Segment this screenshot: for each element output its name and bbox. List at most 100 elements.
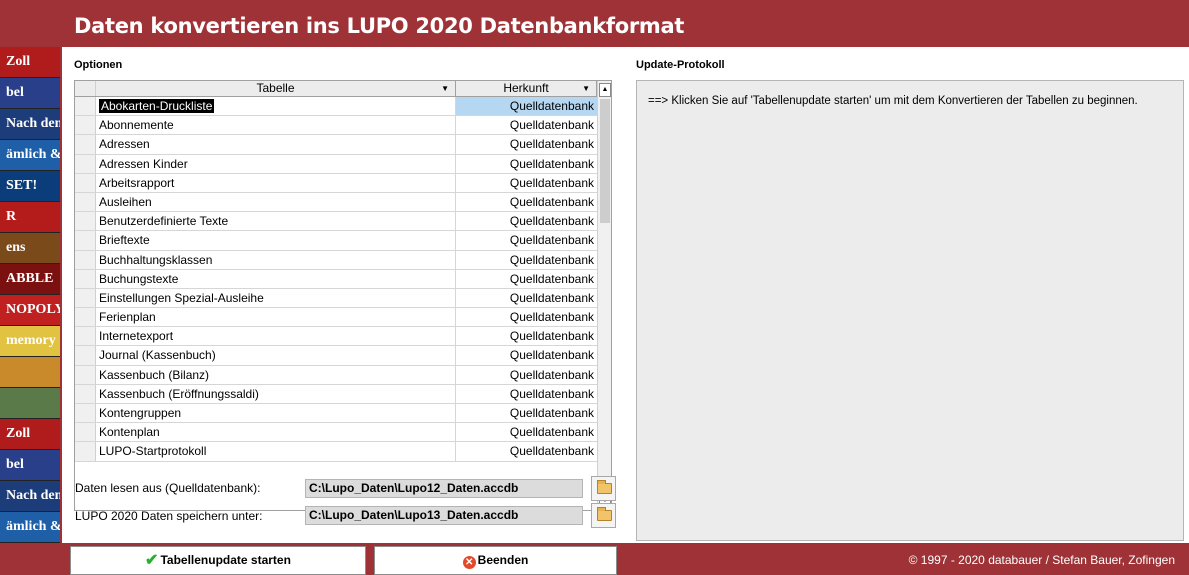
cell-tabelle[interactable]: Kontenplan: [96, 423, 456, 442]
table-row[interactable]: Buchungstexte Quelldatenbank: [75, 269, 611, 289]
cell-tabelle[interactable]: Abokarten-Druckliste: [96, 97, 456, 116]
table-row[interactable]: Ausleihen Quelldatenbank: [75, 192, 611, 213]
window-title: Daten konvertieren ins LUPO 2020 Datenba…: [74, 14, 685, 38]
row-selector[interactable]: [75, 212, 96, 231]
source-label: Daten lesen aus (Quelldatenbank):: [75, 481, 261, 495]
cell-tabelle[interactable]: Arbeitsrapport: [96, 173, 456, 192]
row-selector[interactable]: [75, 250, 96, 269]
table-row[interactable]: Adressen Kinder Quelldatenbank: [75, 154, 611, 174]
chevron-down-icon[interactable]: ▼: [582, 82, 590, 96]
cell-herkunft[interactable]: Quelldatenbank: [456, 327, 597, 345]
cell-herkunft[interactable]: Quelldatenbank: [456, 346, 597, 364]
close-label: Beenden: [477, 553, 529, 567]
cell-herkunft[interactable]: Quelldatenbank: [456, 174, 597, 192]
table-row[interactable]: Adressen Quelldatenbank: [75, 135, 611, 155]
start-update-button[interactable]: ✔ Tabellenupdate starten: [70, 546, 366, 575]
target-path-field[interactable]: C:\Lupo_Daten\Lupo13_Daten.accdb: [305, 506, 583, 525]
row-selector[interactable]: [75, 97, 96, 116]
table-row[interactable]: Kassenbuch (Eröffnungssaldi) Quelldatenba…: [75, 384, 611, 404]
cell-tabelle[interactable]: Abonnemente: [96, 116, 456, 135]
cell-herkunft[interactable]: Quelldatenbank: [456, 97, 597, 116]
source-path-field[interactable]: C:\Lupo_Daten\Lupo12_Daten.accdb: [305, 479, 583, 498]
cell-tabelle[interactable]: Internetexport: [96, 327, 456, 346]
row-selector[interactable]: [75, 384, 96, 403]
table-row[interactable]: LUPO-Startprotokoll Quelldatenbank: [75, 442, 611, 462]
row-selector[interactable]: [75, 327, 96, 346]
table-grid[interactable]: Tabelle ▼ Herkunft ▼ Abokarten-Drucklist…: [74, 80, 612, 511]
decorative-game-box-strip: ZollbelNach dem Regenämlich & Co.SET!Ren…: [0, 47, 60, 543]
cell-tabelle[interactable]: Buchungstexte: [96, 269, 456, 288]
row-selector[interactable]: [75, 365, 96, 384]
cell-herkunft[interactable]: Quelldatenbank: [456, 308, 597, 326]
table-row[interactable]: Ferienplan Quelldatenbank: [75, 308, 611, 328]
cell-herkunft[interactable]: Quelldatenbank: [456, 404, 597, 422]
select-all-corner[interactable]: [75, 81, 96, 96]
column-header-tabelle[interactable]: Tabelle ▼: [96, 81, 456, 96]
table-row[interactable]: Kassenbuch (Bilanz) Quelldatenbank: [75, 365, 611, 385]
row-selector[interactable]: [75, 135, 96, 154]
cell-herkunft[interactable]: Quelldatenbank: [456, 135, 597, 153]
cell-herkunft[interactable]: Quelldatenbank: [456, 193, 597, 211]
cell-tabelle[interactable]: Kassenbuch (Bilanz): [96, 365, 456, 384]
cell-tabelle[interactable]: Benutzerdefinierte Texte: [96, 212, 456, 231]
table-row[interactable]: Abokarten-Druckliste Quelldatenbank: [75, 97, 611, 117]
row-selector[interactable]: [75, 116, 96, 135]
cell-herkunft[interactable]: Quelldatenbank: [456, 423, 597, 441]
cell-tabelle[interactable]: Adressen: [96, 135, 456, 154]
table-row[interactable]: Internetexport Quelldatenbank: [75, 327, 611, 347]
table-row[interactable]: Arbeitsrapport Quelldatenbank: [75, 173, 611, 193]
browse-target-button[interactable]: [591, 503, 616, 528]
cell-tabelle[interactable]: Buchhaltungsklassen: [96, 250, 456, 269]
table-row[interactable]: Abonnemente Quelldatenbank: [75, 116, 611, 136]
chevron-down-icon[interactable]: ▼: [441, 82, 449, 96]
column-header-label: Herkunft: [503, 81, 549, 95]
cell-tabelle[interactable]: Journal (Kassenbuch): [96, 346, 456, 365]
row-selector[interactable]: [75, 231, 96, 250]
row-selector[interactable]: [75, 269, 96, 288]
checkmark-icon: ✔: [145, 552, 159, 569]
row-selector[interactable]: [75, 173, 96, 192]
cell-tabelle[interactable]: Kontengruppen: [96, 404, 456, 423]
row-selector[interactable]: [75, 288, 96, 308]
scrollbar-thumb[interactable]: [600, 99, 610, 223]
cell-herkunft[interactable]: Quelldatenbank: [456, 251, 597, 269]
cell-herkunft[interactable]: Quelldatenbank: [456, 155, 597, 173]
table-row[interactable]: Brieftexte Quelldatenbank: [75, 231, 611, 251]
cell-herkunft[interactable]: Quelldatenbank: [456, 442, 597, 460]
table-row[interactable]: Buchhaltungsklassen Quelldatenbank: [75, 250, 611, 270]
cell-tabelle-text: Ausleihen: [99, 194, 152, 209]
cell-tabelle[interactable]: Brieftexte: [96, 231, 456, 250]
cell-herkunft[interactable]: Quelldatenbank: [456, 212, 597, 230]
cell-herkunft[interactable]: Quelldatenbank: [456, 366, 597, 384]
cell-herkunft[interactable]: Quelldatenbank: [456, 270, 597, 288]
column-header-herkunft[interactable]: Herkunft ▼: [456, 81, 597, 96]
cell-herkunft[interactable]: Quelldatenbank: [456, 116, 597, 134]
scroll-up-icon[interactable]: ▲: [599, 83, 611, 97]
cell-tabelle-text: Kassenbuch (Eröffnungssaldi): [99, 386, 259, 401]
side-tile: Zoll: [0, 419, 60, 450]
cell-tabelle[interactable]: Ausleihen: [96, 192, 456, 212]
cell-herkunft[interactable]: Quelldatenbank: [456, 231, 597, 249]
table-row[interactable]: Journal (Kassenbuch) Quelldatenbank: [75, 346, 611, 366]
cell-tabelle[interactable]: Einstellungen Spezial-Ausleihe: [96, 288, 456, 308]
row-selector[interactable]: [75, 154, 96, 173]
close-button[interactable]: ✕ Beenden: [374, 546, 617, 575]
cell-herkunft[interactable]: Quelldatenbank: [456, 385, 597, 403]
table-row[interactable]: Einstellungen Spezial-Ausleihe Quelldaten…: [75, 288, 611, 309]
browse-source-button[interactable]: [591, 476, 616, 501]
table-row[interactable]: Kontengruppen Quelldatenbank: [75, 404, 611, 424]
table-row[interactable]: Kontenplan Quelldatenbank: [75, 423, 611, 443]
row-selector[interactable]: [75, 442, 96, 461]
row-selector[interactable]: [75, 192, 96, 212]
cell-tabelle[interactable]: Ferienplan: [96, 308, 456, 327]
row-selector[interactable]: [75, 308, 96, 327]
row-selector[interactable]: [75, 346, 96, 365]
row-selector[interactable]: [75, 404, 96, 423]
cell-tabelle[interactable]: LUPO-Startprotokoll: [96, 442, 456, 461]
table-row[interactable]: Benutzerdefinierte Texte Quelldatenbank: [75, 212, 611, 232]
cell-herkunft[interactable]: Quelldatenbank: [456, 289, 597, 307]
cell-tabelle[interactable]: Kassenbuch (Eröffnungssaldi): [96, 384, 456, 403]
row-selector[interactable]: [75, 423, 96, 442]
vertical-scrollbar[interactable]: ▲ ▼: [597, 81, 611, 510]
cell-tabelle[interactable]: Adressen Kinder: [96, 154, 456, 173]
